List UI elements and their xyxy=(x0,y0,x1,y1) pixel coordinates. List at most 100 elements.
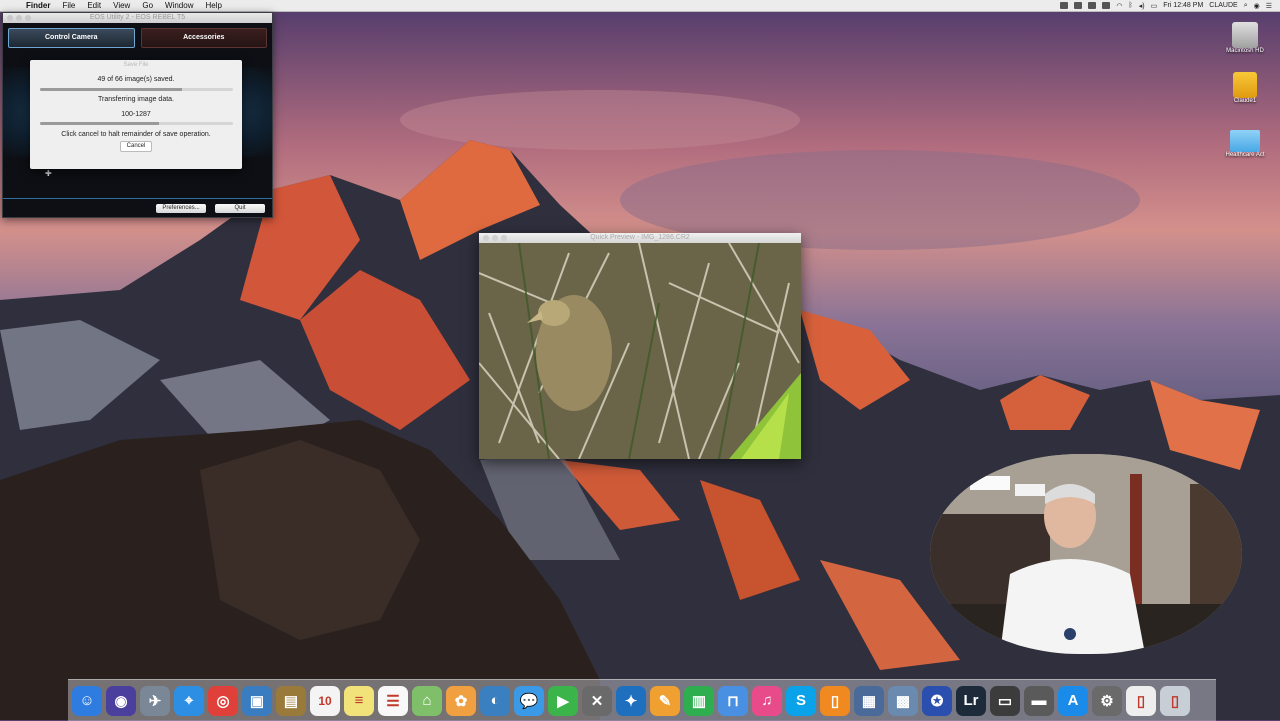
tab-control-camera[interactable]: Control Camera xyxy=(8,28,135,48)
saved-count-text: 49 of 66 image(s) saved. xyxy=(97,76,175,83)
preview-photo xyxy=(479,243,801,459)
dock-item-utility[interactable]: ✕ xyxy=(582,685,612,716)
transfer-progress-bar xyxy=(39,122,233,125)
tab-accessories[interactable]: Accessories xyxy=(140,28,267,48)
dock-item-monitor[interactable]: ▬ xyxy=(1024,685,1054,716)
desktop-icon-label: Claude1 xyxy=(1233,98,1257,104)
dock-item-siri[interactable]: ◉ xyxy=(106,685,136,716)
quit-button[interactable]: Quit xyxy=(215,204,265,213)
dock-item-notebook[interactable]: ▤ xyxy=(276,685,306,716)
cancel-hint-text: Click cancel to halt remainder of save o… xyxy=(61,131,211,138)
progress-fill xyxy=(39,88,183,91)
dock-item-app-store[interactable]: A xyxy=(1058,685,1088,716)
dock-item-preview[interactable]: ▣ xyxy=(242,685,272,716)
siri-icon[interactable]: ◉ xyxy=(1254,2,1260,10)
progress-fill xyxy=(39,122,160,125)
dock-item-eos-utility[interactable]: ▦ xyxy=(854,685,884,716)
minimize-button[interactable] xyxy=(16,15,22,21)
dock-item-system-preferences[interactable]: ⚙ xyxy=(1092,685,1122,716)
menu-clock[interactable]: Fri 12:48 PM xyxy=(1163,2,1203,9)
external-drive-icon xyxy=(1233,72,1257,98)
preferences-button[interactable]: Preferences... xyxy=(156,204,206,213)
save-file-dialog: Save File 49 of 66 image(s) saved. Trans… xyxy=(30,60,242,169)
dock-item-maps[interactable]: ⌂ xyxy=(412,685,442,716)
webcam-overlay xyxy=(930,454,1242,654)
transfer-status-text: Transferring image data. xyxy=(98,96,174,103)
dock-item-itunes[interactable]: ♫ xyxy=(752,685,782,716)
desktop-icon-claude1[interactable]: Claude1 xyxy=(1215,72,1275,104)
bird-in-reeds-image xyxy=(479,243,801,459)
status-icon[interactable] xyxy=(1088,2,1097,9)
minimize-button[interactable] xyxy=(492,235,498,241)
cancel-button[interactable]: Cancel xyxy=(120,141,152,152)
folder-icon xyxy=(1230,130,1260,152)
dock-item-earth[interactable]: ◐ xyxy=(480,685,510,716)
desktop-icon-macintosh-hd[interactable]: Macintosh HD xyxy=(1215,22,1275,54)
dock-item-notes[interactable]: ≡ xyxy=(344,685,374,716)
menu-extras: ◠ ᛒ ◂) ▭ Fri 12:48 PM CLAUDE ⌕ ◉ ☰ xyxy=(1060,0,1272,11)
zoom-button[interactable] xyxy=(25,15,31,21)
dock-item-numbers[interactable]: ▥ xyxy=(684,685,714,716)
status-icon[interactable] xyxy=(1074,2,1083,9)
dock-item-launchpad[interactable]: ✈ xyxy=(140,685,170,716)
menu-edit[interactable]: Edit xyxy=(87,1,101,10)
dock-item-lightroom[interactable]: Lr xyxy=(956,685,986,716)
tab-bar: Control Camera Accessories xyxy=(3,23,272,53)
dock-item-photos[interactable]: ✿ xyxy=(446,685,476,716)
dock-item-safari[interactable]: ⌖ xyxy=(174,685,204,716)
close-button[interactable] xyxy=(7,15,13,21)
dock-item-skype[interactable]: S xyxy=(786,685,816,716)
presenter-video-image xyxy=(930,454,1242,654)
wifi-icon[interactable]: ◠ xyxy=(1116,2,1122,10)
dock-item-messages[interactable]: 💬 xyxy=(514,685,544,716)
window-title: Quick Preview - IMG_1286.CR2 xyxy=(590,234,690,241)
dock-item-pages[interactable]: ✎ xyxy=(650,685,680,716)
menu-help[interactable]: Help xyxy=(205,1,221,10)
dock-item-calendar[interactable]: 10 xyxy=(310,685,340,716)
quick-preview-window: Quick Preview - IMG_1286.CR2 xyxy=(479,233,801,459)
window-title: EOS Utility 2 - EOS REBEL T5 xyxy=(89,14,186,21)
zoom-button[interactable] xyxy=(501,235,507,241)
window-controls xyxy=(7,15,31,21)
status-icon[interactable] xyxy=(1102,2,1111,9)
dock-item-document[interactable]: ▯ xyxy=(1126,685,1156,716)
dock-item-screen[interactable]: ▭ xyxy=(990,685,1020,716)
dock-item-reminders[interactable]: ☰ xyxy=(378,685,408,716)
window-title-bar[interactable]: Quick Preview - IMG_1286.CR2 xyxy=(479,233,801,243)
notification-center-icon[interactable]: ☰ xyxy=(1266,2,1272,10)
dock-item-chrome[interactable]: ◎ xyxy=(208,685,238,716)
cursor-icon: ✚ xyxy=(45,169,52,178)
battery-icon[interactable]: ▭ xyxy=(1151,2,1158,10)
volume-icon[interactable]: ◂) xyxy=(1139,2,1145,10)
menu-view[interactable]: View xyxy=(113,1,130,10)
menu-bar: Finder File Edit View Go Window Help ◠ ᛒ… xyxy=(0,0,1280,11)
dock-item-keynote[interactable]: ⊓ xyxy=(718,685,748,716)
dock-item-trash[interactable]: ▯ xyxy=(1160,685,1190,716)
dock: ☺ ◉ ✈ ⌖ ◎ ▣ ▤ 10 ≡ ☰ ⌂ ✿ ◐ 💬 ▶ ✕ ✦ ✎ ▥ ⊓ ♫ S ▯ ▦ ▩ ✪ Lr ▭ ▬ A ⚙ ▯ ▯ xyxy=(68,679,1216,721)
window-title-bar[interactable]: EOS Utility 2 - EOS REBEL T5 xyxy=(3,13,272,23)
dialog-title: Save File xyxy=(123,62,149,68)
desktop-icon-healthcare-act[interactable]: Healthcare Act xyxy=(1215,130,1275,158)
desktop-icon-label: Macintosh HD xyxy=(1226,48,1264,54)
dock-item-xcode[interactable]: ✦ xyxy=(616,685,646,716)
spotlight-icon[interactable]: ⌕ xyxy=(1244,2,1248,10)
hard-drive-icon xyxy=(1232,22,1258,48)
dock-item-image-capture[interactable]: ▩ xyxy=(888,685,918,716)
menu-file[interactable]: File xyxy=(62,1,75,10)
menu-go[interactable]: Go xyxy=(142,1,153,10)
dock-item-facetime[interactable]: ▶ xyxy=(548,685,578,716)
bluetooth-icon[interactable]: ᛒ xyxy=(1129,2,1133,9)
divider xyxy=(3,198,272,199)
saved-progress-bar xyxy=(39,88,233,91)
dock-item-finder[interactable]: ☺ xyxy=(72,685,102,716)
desktop-icon-label: Healthcare Act xyxy=(1225,152,1265,158)
menu-app-name[interactable]: Finder xyxy=(26,1,50,10)
status-icon[interactable] xyxy=(1060,2,1069,9)
window-controls xyxy=(483,235,507,241)
transfer-file-name: 100-1287 xyxy=(121,111,151,118)
menu-user[interactable]: CLAUDE xyxy=(1209,2,1237,9)
dock-item-eos-tool[interactable]: ✪ xyxy=(922,685,952,716)
close-button[interactable] xyxy=(483,235,489,241)
menu-window[interactable]: Window xyxy=(165,1,193,10)
dock-item-ibooks[interactable]: ▯ xyxy=(820,685,850,716)
